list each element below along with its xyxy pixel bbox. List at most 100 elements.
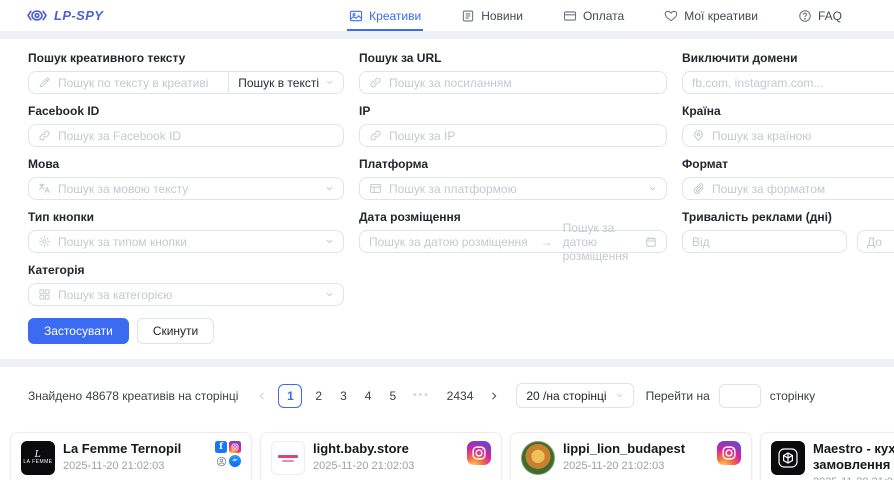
chevron-down-icon [325, 184, 334, 193]
chevron-down-icon [615, 391, 624, 400]
chevron-down-icon [648, 184, 657, 193]
creative-card[interactable]: lippi_lion_budapest 2025-11-20 21:02:03 … [510, 432, 752, 480]
date-from-placeholder[interactable]: Пошук за датою розміщення [369, 235, 528, 249]
nav-label: Новини [481, 9, 523, 23]
creative-card[interactable]: Maestro - кухні, меблі на замовлення в У… [760, 432, 894, 480]
search-mode-select[interactable]: Пошук в тексті [229, 71, 344, 94]
top-header: LP-SPY Креативи Новини Оплата Мої креати… [0, 0, 894, 31]
gear-icon [38, 235, 51, 248]
ip-input[interactable] [389, 129, 657, 143]
la-femme-avatar: L LA FEMME [21, 441, 55, 475]
main-nav: Креативи Новини Оплата Мої креативи FAQ [311, 0, 844, 31]
button-type-input[interactable] [58, 235, 318, 249]
goto-page-suffix: сторінку [770, 389, 815, 403]
creative-date: 2025-11-20 21:02:03 [313, 460, 459, 472]
field-exclude-domains: Виключити домени [682, 51, 894, 94]
creative-card[interactable]: L LA FEMME La Femme Ternopil 2025-11-20 … [10, 432, 252, 480]
nav-tab-faq[interactable]: FAQ [796, 0, 844, 31]
nav-label: FAQ [818, 9, 842, 23]
creative-text-input-wrap [28, 71, 229, 94]
page-button[interactable]: 4 [356, 389, 381, 403]
goto-page-input[interactable] [719, 384, 761, 408]
category-input[interactable] [58, 288, 318, 302]
field-url: Пошук за URL [359, 51, 667, 94]
field-ip: IP [359, 104, 667, 147]
platform-select[interactable] [359, 177, 667, 200]
url-input[interactable] [389, 76, 657, 90]
instagram-icon [717, 441, 741, 465]
reset-button[interactable]: Скинути [137, 318, 214, 344]
platform-input[interactable] [389, 182, 641, 196]
social-icons: f [215, 441, 241, 467]
field-language: Мова [28, 157, 344, 200]
format-input[interactable] [712, 182, 894, 196]
button-type-select[interactable] [28, 230, 344, 253]
page-button-current[interactable]: 1 [278, 384, 302, 408]
field-label: Категорія [28, 263, 344, 277]
field-label: Пошук за URL [359, 51, 667, 65]
goto-page-prefix: Перейти на [646, 389, 710, 403]
page-button[interactable]: 3 [331, 389, 356, 403]
creative-name[interactable]: light.baby.store [313, 441, 459, 457]
location-pin-icon [692, 129, 705, 142]
page-button[interactable]: 2 [306, 389, 331, 403]
credit-card-icon [563, 9, 577, 23]
page-button-last[interactable]: 2434 [438, 389, 483, 403]
field-label: Пошук креативного тексту [28, 51, 344, 65]
prev-page-icon[interactable] [250, 391, 274, 401]
date-range-picker[interactable]: Пошук за датою розміщення → Пошук за дат… [359, 230, 667, 253]
lp-spy-logo[interactable]: LP-SPY [26, 7, 103, 24]
field-country: Країна [682, 104, 894, 147]
creative-text-input[interactable] [58, 76, 219, 90]
light-baby-store-logo [271, 441, 305, 475]
category-grid-icon [38, 288, 51, 301]
country-input[interactable] [712, 129, 894, 143]
language-input[interactable] [58, 182, 318, 196]
next-page-icon[interactable] [482, 391, 506, 401]
paperclip-icon [692, 182, 705, 195]
creative-name[interactable]: Maestro - кухні, меблі на замовлення в У… [813, 441, 894, 473]
nav-label: Оплата [583, 9, 624, 23]
category-select[interactable] [28, 283, 344, 306]
facebook-id-input[interactable] [58, 129, 334, 143]
nav-label: Креативи [369, 9, 421, 23]
translate-icon [38, 182, 51, 195]
page-button[interactable]: 5 [380, 389, 405, 403]
results-section: Знайдено 48678 креативів на сторінці 1 2… [0, 367, 894, 480]
nav-tab-payment[interactable]: Оплата [561, 0, 626, 31]
field-button-type: Тип кнопки [28, 210, 344, 253]
chevron-down-icon [325, 290, 334, 299]
creative-name[interactable]: lippi_lion_budapest [563, 441, 709, 457]
creative-card[interactable]: light.baby.store 2025-11-20 21:02:03 3 d… [260, 432, 502, 480]
creative-name[interactable]: La Femme Ternopil [63, 441, 207, 457]
duration-from-input[interactable] [692, 235, 837, 249]
arrow-right-icon: → [541, 235, 553, 249]
field-label: Facebook ID [28, 104, 344, 118]
field-label: Формат [682, 157, 894, 171]
instagram-icon [467, 441, 491, 465]
field-facebook-id: Facebook ID [28, 104, 344, 147]
nav-tab-news[interactable]: Новини [459, 0, 525, 31]
calendar-icon [645, 236, 657, 248]
pagination-ellipsis[interactable]: ••• [405, 390, 438, 401]
facebook-icon: f [215, 441, 227, 453]
field-creative-text: Пошук креативного тексту Пошук в тексті [28, 51, 344, 94]
creative-date: 2025-11-20 21:02:03 [563, 460, 709, 472]
nav-tab-my-creatives[interactable]: Мої креативи [662, 0, 760, 31]
filters-panel: Пошук креативного тексту Пошук в тексті … [0, 39, 894, 359]
date-to-placeholder[interactable]: Пошук за датою розміщення [563, 221, 632, 263]
link-icon [369, 129, 382, 142]
duration-to-input[interactable] [867, 235, 894, 249]
field-label: Тривалість реклами (дні) [682, 210, 894, 224]
page-size-select[interactable]: 20 /на сторінці [516, 383, 633, 408]
field-duration-days: Тривалість реклами (дні) [682, 210, 894, 253]
pagination-bar: Знайдено 48678 креативів на сторінці 1 2… [0, 367, 894, 408]
apply-button[interactable]: Застосувати [28, 318, 129, 344]
nav-tab-creatives[interactable]: Креативи [347, 0, 423, 31]
logo-text: LP-SPY [54, 8, 103, 23]
language-select[interactable] [28, 177, 344, 200]
link-icon [369, 76, 382, 89]
exclude-domains-input[interactable] [692, 76, 894, 90]
messenger-icon [229, 455, 241, 467]
heart-icon [664, 9, 678, 23]
